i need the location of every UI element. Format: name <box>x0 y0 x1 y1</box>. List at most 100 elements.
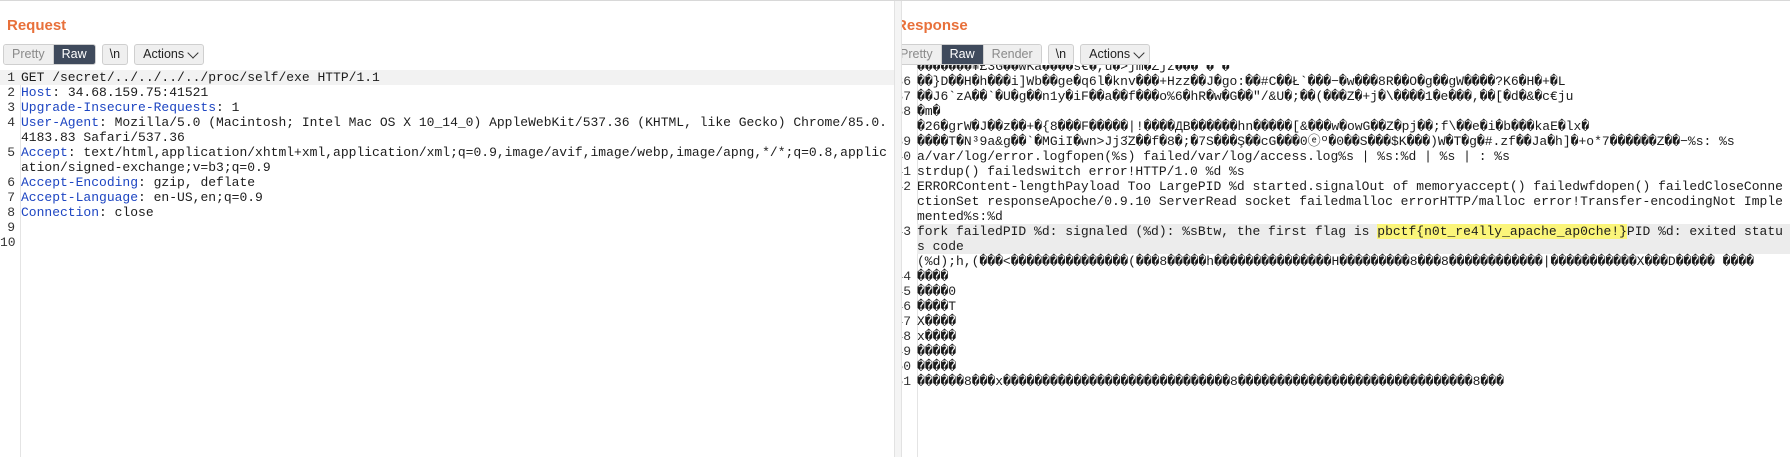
request-pane: Request Pretty Raw \n Actions 1 GET /secr… <box>0 1 894 457</box>
tab-pretty[interactable]: Pretty <box>902 45 941 64</box>
code-line: �������¥£3G��wKa����s€�,u�>jm�Zjz���`�`� <box>902 65 1790 74</box>
line-number: 43 <box>902 224 911 239</box>
line-text: : 34.68.159.75:41521 <box>52 85 209 100</box>
line-text: : gzip, deflate <box>138 175 256 190</box>
line-content: GET /secret/../../../../proc/self/exe HT… <box>21 70 894 85</box>
code-line: 50 ����� <box>902 359 1790 374</box>
line-text: ERRORContent-lengthPayload Too LargePID … <box>917 179 1783 224</box>
line-number: 38 <box>902 104 911 119</box>
newline-toggle-button[interactable]: \n <box>101 44 129 65</box>
request-lines: 1 GET /secret/../../../../proc/self/exe H… <box>0 70 894 250</box>
line-text: : close <box>99 205 154 220</box>
line-content: ����� <box>917 344 1790 359</box>
line-content: Accept: text/html,application/xhtml+xml,… <box>21 145 894 175</box>
code-line: 7 Accept-Language: en-US,en;q=0.9 <box>0 190 894 205</box>
line-text: (%d);h,(���<���������������(���8�����h��… <box>917 254 1754 269</box>
line-content <box>21 220 894 235</box>
line-number: 3 <box>7 100 15 115</box>
actions-dropdown[interactable]: Actions <box>1080 44 1151 65</box>
chevron-down-icon <box>187 46 199 59</box>
line-content: Accept-Encoding: gzip, deflate <box>21 175 894 190</box>
header-name: Accept-Encoding <box>21 175 139 190</box>
tab-raw[interactable]: Raw <box>940 45 983 64</box>
line-number: 39 <box>902 134 911 149</box>
code-line: 2 Host: 34.68.159.75:41521 <box>0 85 894 100</box>
tab-render[interactable]: Render <box>982 45 1041 64</box>
header-name: Upgrade-Insecure-Requests <box>21 100 217 115</box>
line-text: ��J6`zA��`�U�g��n1y�iF��a��f���o%6�hR�w�… <box>917 89 1574 104</box>
pane-splitter[interactable] <box>894 1 902 457</box>
line-text: a/var/log/error.logfopen(%s) failed/var/… <box>917 149 1510 164</box>
line-content: �m� <box>917 104 1790 119</box>
line-number: 8 <box>7 205 15 220</box>
line-content: User-Agent: Mozilla/5.0 (Macintosh; Inte… <box>21 115 894 145</box>
header-name: Accept-Language <box>21 190 139 205</box>
line-number: 50 <box>902 359 911 374</box>
line-text: : en-US,en;q=0.9 <box>138 190 263 205</box>
request-view-tabs: Pretty Raw <box>3 44 96 65</box>
line-content: fork failedPID %d: signaled (%d): %sBtw,… <box>917 224 1790 254</box>
line-content: strdup() failedswitch error!HTTP/1.0 %d … <box>917 164 1790 179</box>
code-line: 51 ������8���x���������������������������… <box>902 374 1790 389</box>
code-line: 41 strdup() failedswitch error!HTTP/1.0 %… <box>902 164 1790 179</box>
line-content: Host: 34.68.159.75:41521 <box>21 85 894 100</box>
line-number: 41 <box>902 164 911 179</box>
line-number <box>902 119 917 134</box>
actions-label: Actions <box>1089 47 1131 61</box>
response-lines: �������¥£3G��wKa����s€�,u�>jm�Zjz���`�`�… <box>902 65 1790 389</box>
line-content: Connection: close <box>21 205 894 220</box>
line-text: GET /secret/../../../../proc/self/exe HT… <box>21 70 380 85</box>
line-text: : Mozilla/5.0 (Macintosh; Intel Mac OS X… <box>21 115 887 145</box>
code-line: 45 ����0 <box>902 284 1790 299</box>
response-pane: Response Pretty Raw Render \n Actions ��… <box>902 1 1790 457</box>
actions-dropdown[interactable]: Actions <box>134 44 205 65</box>
line-text: ��}D��H�h���i]Wb��ge�q6l�knv���+Hzz��J�g… <box>917 74 1566 89</box>
code-line: 6 Accept-Encoding: gzip, deflate <box>0 175 894 190</box>
newline-toggle-button[interactable]: \n <box>1047 44 1075 65</box>
line-text: strdup() failedswitch error!HTTP/1.0 %d … <box>917 164 1245 179</box>
line-content: ����T <box>917 299 1790 314</box>
line-number <box>902 65 917 74</box>
line-content: ��}D��H�h���i]Wb��ge�q6l�knv���+Hzz��J�g… <box>917 74 1790 89</box>
line-number: 1 <box>7 70 15 85</box>
code-line: 9 <box>0 220 894 235</box>
code-line: 5 Accept: text/html,application/xhtml+xml… <box>0 145 894 175</box>
line-content: �26�grW�J��z��+�{8���F�����|!����ДB�����… <box>917 119 1790 134</box>
line-text: ����� <box>917 344 957 359</box>
header-name: User-Agent <box>21 115 100 130</box>
line-number: 7 <box>7 190 15 205</box>
line-number: 42 <box>902 179 911 194</box>
response-title: Response <box>902 17 968 34</box>
request-toolbar: Pretty Raw \n Actions <box>3 44 205 65</box>
line-content: a/var/log/error.logfopen(%s) failed/var/… <box>917 149 1790 164</box>
code-line: �26�grW�J��z��+�{8���F�����|!����ДB�����… <box>902 119 1790 134</box>
tab-pretty[interactable]: Pretty <box>4 45 53 64</box>
line-number: 5 <box>7 145 15 160</box>
code-line: 42 ERRORContent-lengthPayload Too LargePI… <box>902 179 1790 224</box>
line-number: 37 <box>902 89 911 104</box>
line-number: 51 <box>902 374 911 389</box>
code-line: 46 ����T <box>902 299 1790 314</box>
line-number: 49 <box>902 344 911 359</box>
code-line: 48 x���� <box>902 329 1790 344</box>
line-number: 10 <box>0 235 16 250</box>
header-name: Connection <box>21 205 100 220</box>
request-editor[interactable]: 1 GET /secret/../../../../proc/self/exe H… <box>0 70 894 457</box>
line-text: ����T <box>917 299 957 314</box>
line-content: �������¥£3G��wKa����s€�,u�>jm�Zjz���`�`� <box>917 65 1790 74</box>
header-name: Host <box>21 85 53 100</box>
line-number: 47 <box>902 314 911 329</box>
line-content: Accept-Language: en-US,en;q=0.9 <box>21 190 894 205</box>
line-content: ������8���x�����������������������������… <box>917 374 1790 389</box>
line-content: ERRORContent-lengthPayload Too LargePID … <box>917 179 1790 224</box>
line-content: ����� <box>917 359 1790 374</box>
code-line: 39 ����T�N³9a&g��`�MGiI�wn>Jj3̈Z��f�8�;�7… <box>902 134 1790 149</box>
response-editor[interactable]: �������¥£3G��wKa����s€�,u�>jm�Zjz���`�`�… <box>902 65 1790 457</box>
tab-raw[interactable]: Raw <box>52 45 95 64</box>
line-content: (%d);h,(���<���������������(���8�����h��… <box>917 254 1790 269</box>
actions-label: Actions <box>143 47 185 61</box>
response-view-tabs: Pretty Raw Render <box>902 44 1042 65</box>
line-content: x���� <box>917 329 1790 344</box>
line-number: 46 <box>902 299 911 314</box>
line-number: 45 <box>902 284 911 299</box>
